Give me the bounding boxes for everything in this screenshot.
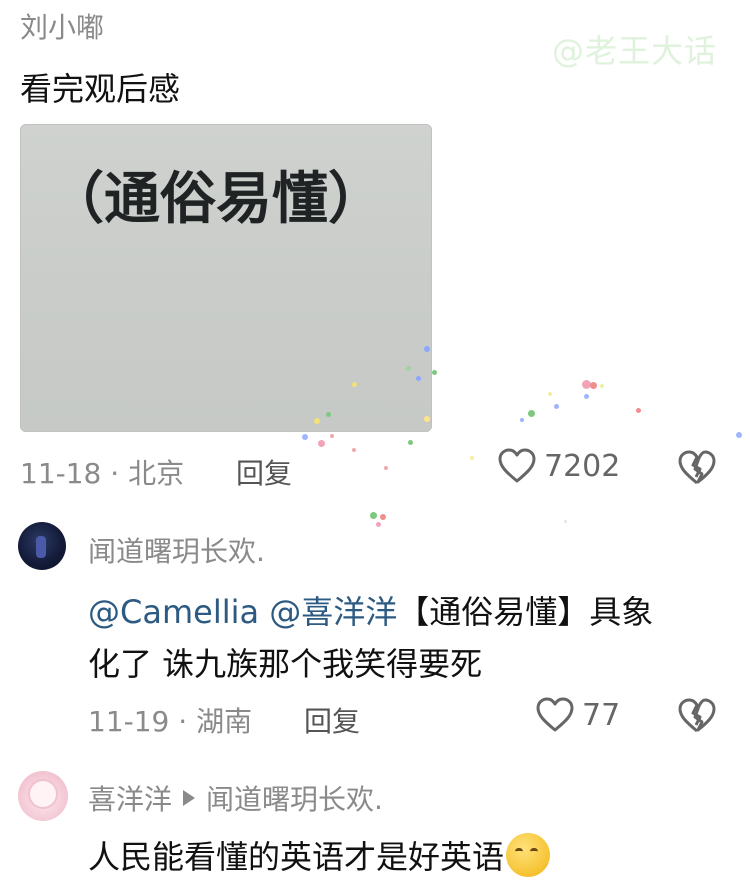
comment-author[interactable]: 闻道曙玥长欢. [88,530,265,570]
reply-button[interactable]: 回复 [236,452,292,492]
confetti-dot [352,448,356,452]
confetti-dot [590,382,597,389]
comment-author[interactable]: 刘小嘟 [20,6,104,46]
image-caption-text: （通俗易懂） [48,166,384,232]
confetti-dot [600,384,604,388]
confetti-dot [330,434,334,438]
reply-header: 喜洋洋 闻道曙玥长欢. [88,778,383,818]
confetti-dot [408,440,413,445]
comment-text: 看完观后感 [20,70,181,108]
comment-meta: 11-19 · 湖南 [88,700,252,740]
comment-author[interactable]: 喜洋洋 [88,778,172,818]
mention-link[interactable]: @Camellia [88,593,259,631]
broken-heart-icon[interactable] [678,698,716,734]
mention-link[interactable]: @喜洋洋 [269,593,397,631]
heart-outline-icon [498,448,536,484]
broken-heart-icon[interactable] [678,450,716,486]
comment-location: 湖南 [196,705,253,738]
comment-text-part: 人民能看懂的英语才是好英语 [88,838,505,876]
triangle-right-icon [182,789,196,807]
confetti-dot [470,456,474,460]
comment-text-part: 【通俗易懂】具象 [397,593,654,631]
confetti-dot [736,432,742,438]
like-count: 7202 [544,448,621,484]
confetti-dot [424,346,430,352]
confetti-dot [380,514,386,520]
confetti-dot [432,370,437,375]
heart-outline-icon [536,697,574,733]
confetti-dot [584,394,589,399]
confetti-dot [318,440,325,447]
like-button[interactable]: 7202 [498,448,620,484]
meta-separator: · [178,705,197,738]
reply-to-author[interactable]: 闻道曙玥长欢. [206,778,383,818]
comment-date: 11-19 [88,705,170,738]
confetti-dot [384,466,388,470]
confetti-dot [564,520,567,523]
reply-button[interactable]: 回复 [304,700,360,740]
comment-text: @Camellia @喜洋洋【通俗易懂】具象 化了 诛九族那个我笑得要死 [88,586,728,690]
comment-image[interactable]: （通俗易懂） [20,124,432,432]
confetti-dot [528,410,535,417]
watermark: @老王大话 [552,32,718,70]
confetti-dot [352,382,357,387]
confetti-dot [302,434,308,440]
thinking-face-icon [506,833,551,877]
confetti-dot [424,416,430,422]
comment-meta: 11-18 · 北京 [20,452,184,492]
confetti-dot [314,418,320,424]
like-button[interactable]: 77 [536,697,620,733]
confetti-dot [554,404,559,409]
meta-separator: · [110,457,129,490]
confetti-dot [406,366,411,371]
comment-date: 11-18 [20,457,102,490]
confetti-dot [548,392,552,396]
avatar[interactable] [18,771,68,821]
like-count: 77 [582,697,621,733]
confetti-dot [376,522,381,527]
confetti-dot [326,412,331,417]
comment-text-part: 化了 诛九族那个我笑得要死 [88,645,483,683]
comment-location: 北京 [128,457,185,490]
confetti-dot [370,512,377,519]
comment-text: 人民能看懂的英语才是好英语 [88,832,551,878]
confetti-dot [636,408,641,413]
avatar[interactable] [18,522,66,570]
confetti-dot [520,418,524,422]
confetti-dot [416,376,421,381]
